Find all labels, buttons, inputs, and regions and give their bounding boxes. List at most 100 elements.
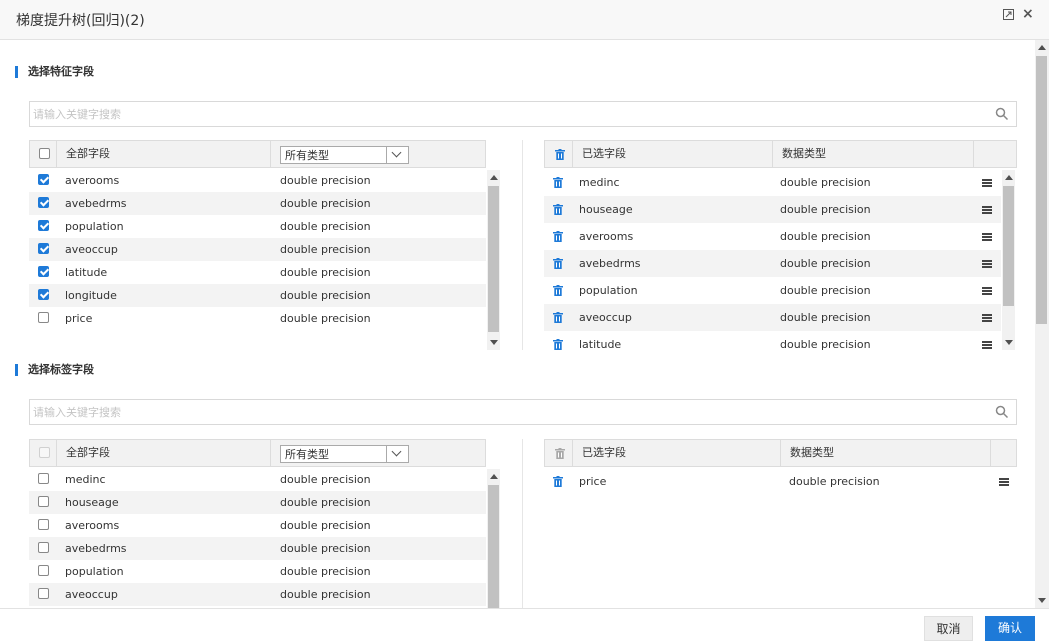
field-type: double precision <box>280 565 371 578</box>
table-row[interactable]: avebedrms double precision <box>544 250 1001 277</box>
field-name: averooms <box>65 174 120 187</box>
search-icon[interactable] <box>995 107 1009 121</box>
field-type: double precision <box>280 588 371 601</box>
table-row[interactable]: longitude double precision <box>29 284 486 307</box>
trash-icon[interactable] <box>555 149 565 160</box>
feature-search-input[interactable] <box>30 102 970 126</box>
row-checkbox[interactable] <box>38 519 49 530</box>
scrollbar[interactable] <box>487 469 500 608</box>
table-row[interactable]: population double precision <box>544 277 1001 304</box>
table-row[interactable]: latitude double precision <box>544 331 1001 350</box>
trash-icon[interactable] <box>553 204 563 215</box>
field-type: double precision <box>789 475 880 488</box>
select-all-checkbox[interactable] <box>39 148 50 159</box>
trash-icon[interactable] <box>553 258 563 269</box>
table-row[interactable]: avebedrms double precision <box>29 537 486 560</box>
field-name: medinc <box>65 473 106 486</box>
close-icon[interactable]: × <box>1022 6 1034 22</box>
field-type: double precision <box>280 289 371 302</box>
scrollbar-thumb[interactable] <box>488 485 499 608</box>
confirm-button[interactable]: 确认 <box>985 616 1035 641</box>
row-checkbox[interactable] <box>38 565 49 576</box>
cancel-button[interactable]: 取消 <box>924 616 973 641</box>
drag-handle-icon[interactable] <box>982 179 992 187</box>
scroll-up-arrow-icon[interactable] <box>1038 45 1046 50</box>
trash-icon[interactable] <box>553 312 563 323</box>
trash-icon[interactable] <box>553 339 563 350</box>
drag-handle-icon[interactable] <box>999 478 1009 486</box>
field-name: latitude <box>65 266 108 279</box>
table-row[interactable]: avebedrms double precision <box>29 192 486 215</box>
table-row[interactable]: houseage double precision <box>544 196 1001 223</box>
scrollbar[interactable] <box>487 170 500 350</box>
row-checkbox[interactable] <box>38 243 49 254</box>
table-row[interactable]: houseage double precision <box>29 491 486 514</box>
table-header: 全部字段 所有类型 <box>29 140 486 168</box>
table-row[interactable]: aveoccup double precision <box>544 304 1001 331</box>
header-all-fields: 全部字段 <box>66 147 110 160</box>
drag-handle-icon[interactable] <box>982 314 992 322</box>
row-checkbox[interactable] <box>38 266 49 277</box>
row-checkbox[interactable] <box>38 220 49 231</box>
table-row[interactable]: population double precision <box>29 560 486 583</box>
panel-divider <box>522 140 523 350</box>
table-row[interactable]: population double precision <box>29 215 486 238</box>
dialog-scrollbar[interactable] <box>1035 40 1049 608</box>
field-name: houseage <box>579 203 633 216</box>
table-row[interactable]: medinc double precision <box>29 468 486 491</box>
label-search-input[interactable] <box>30 400 970 424</box>
drag-handle-icon[interactable] <box>982 206 992 214</box>
label-all-fields-table: 全部字段 所有类型 medinc double precision houseage… <box>29 439 502 608</box>
search-icon[interactable] <box>995 405 1009 419</box>
maximize-icon[interactable] <box>1003 9 1014 23</box>
drag-handle-icon[interactable] <box>982 287 992 295</box>
type-filter-select[interactable]: 所有类型 <box>280 445 409 463</box>
table-row[interactable]: medinc double precision <box>544 169 1001 196</box>
scroll-down-arrow-icon[interactable] <box>1038 598 1046 603</box>
header-selected-fields: 已选字段 <box>582 147 626 160</box>
row-checkbox[interactable] <box>38 174 49 185</box>
table-row[interactable]: price double precision <box>29 307 486 330</box>
row-checkbox[interactable] <box>38 289 49 300</box>
trash-icon[interactable] <box>553 285 563 296</box>
drag-handle-icon[interactable] <box>982 233 992 241</box>
table-row[interactable]: latitude double precision <box>29 261 486 284</box>
field-name: population <box>579 284 638 297</box>
type-filter-value: 所有类型 <box>285 149 329 162</box>
trash-icon[interactable] <box>553 177 563 188</box>
scroll-up-arrow-icon[interactable] <box>1005 175 1013 180</box>
table-row[interactable]: averooms double precision <box>29 514 486 537</box>
trash-icon[interactable] <box>553 476 563 487</box>
feature-all-fields-table: 全部字段 所有类型 averooms double precision avebed… <box>29 140 502 350</box>
scroll-up-arrow-icon[interactable] <box>490 175 498 180</box>
row-checkbox[interactable] <box>38 496 49 507</box>
scrollbar-thumb[interactable] <box>488 186 499 332</box>
select-all-checkbox <box>39 447 50 458</box>
drag-handle-icon[interactable] <box>982 260 992 268</box>
scroll-up-arrow-icon[interactable] <box>490 474 498 479</box>
drag-handle-icon[interactable] <box>982 341 992 349</box>
chevron-down-icon <box>386 446 408 462</box>
row-checkbox[interactable] <box>38 588 49 599</box>
table-row[interactable]: aveoccup double precision <box>29 583 486 606</box>
row-checkbox[interactable] <box>38 473 49 484</box>
field-type: double precision <box>280 197 371 210</box>
row-checkbox[interactable] <box>38 542 49 553</box>
field-type: double precision <box>280 220 371 233</box>
row-checkbox[interactable] <box>38 197 49 208</box>
table-row[interactable]: price double precision <box>544 468 1017 495</box>
scroll-down-arrow-icon[interactable] <box>490 340 498 345</box>
scroll-down-arrow-icon[interactable] <box>1005 340 1013 345</box>
scrollbar[interactable] <box>1002 170 1015 350</box>
row-checkbox[interactable] <box>38 312 49 323</box>
field-type: double precision <box>780 203 871 216</box>
table-row[interactable]: averooms double precision <box>544 223 1001 250</box>
table-row[interactable]: aveoccup double precision <box>29 238 486 261</box>
scrollbar-thumb[interactable] <box>1036 56 1047 324</box>
dialog-titlebar: 梯度提升树(回归)(2) × <box>0 0 1049 40</box>
field-name: aveoccup <box>65 588 118 601</box>
scrollbar-thumb[interactable] <box>1003 186 1014 306</box>
table-row[interactable]: averooms double precision <box>29 169 486 192</box>
type-filter-select[interactable]: 所有类型 <box>280 146 409 164</box>
trash-icon[interactable] <box>553 231 563 242</box>
